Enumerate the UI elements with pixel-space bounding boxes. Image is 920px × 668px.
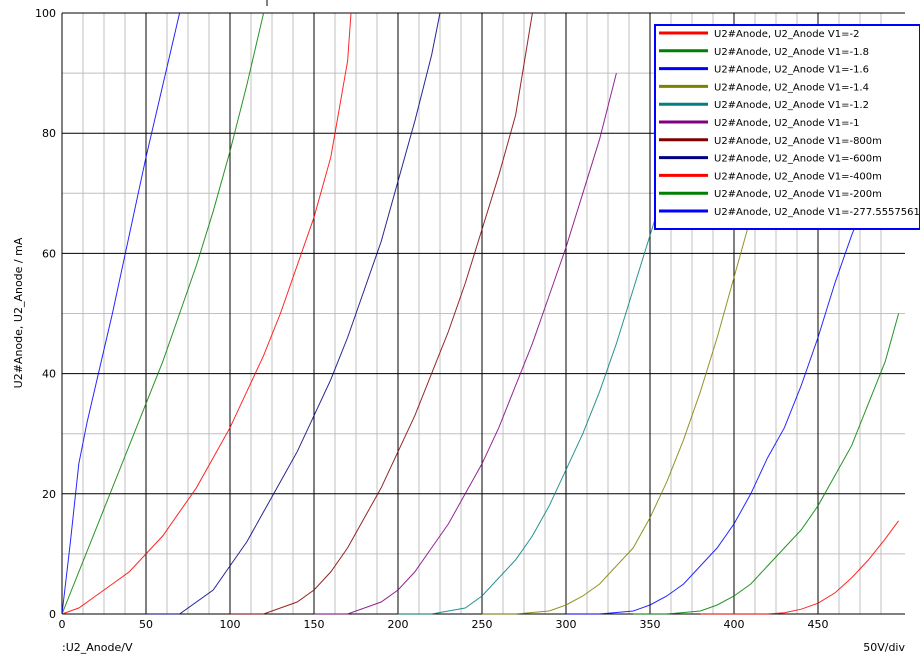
y-tick-label: 60 bbox=[42, 247, 56, 260]
x-axis-title: :U2_Anode/V bbox=[62, 641, 133, 654]
x-tick-label: 250 bbox=[472, 618, 493, 631]
x-tick-label: 100 bbox=[220, 618, 241, 631]
y-tick-label: 80 bbox=[42, 127, 56, 140]
x-tick-label: 0 bbox=[59, 618, 66, 631]
legend-entry-label: U2#Anode, U2_Anode V1=-1.8 bbox=[714, 47, 869, 58]
x-tick-label: 400 bbox=[724, 618, 745, 631]
x-tick-label: 350 bbox=[640, 618, 661, 631]
x-tick-label: 50 bbox=[139, 618, 153, 631]
legend-entry-label: U2#Anode, U2_Anode V1=-1 bbox=[714, 118, 859, 129]
y-tick-label: 40 bbox=[42, 368, 56, 381]
legend-entry-label: U2#Anode, U2_Anode V1=-277.55575615 bbox=[714, 207, 920, 218]
chart-canvas: 0 50 100 150 200 250 300 350 400 450 0 20 40 60 80 100… bbox=[0, 0, 920, 668]
x-tick-label: 150 bbox=[304, 618, 325, 631]
scale-label: 50V/div bbox=[863, 641, 905, 654]
legend-entry-label: U2#Anode, U2_Anode V1=-600m bbox=[714, 154, 882, 165]
legend-entry-label: U2#Anode, U2_Anode V1=-1.2 bbox=[714, 100, 869, 111]
legend: U2#Anode, U2_Anode V1=-2 U2#Anode, U2_Ano… bbox=[654, 24, 920, 230]
y-tick-label: 0 bbox=[49, 608, 56, 621]
legend-entry-label: U2#Anode, U2_Anode V1=-400m bbox=[714, 171, 882, 182]
legend-entry-label: U2#Anode, U2_Anode V1=-200m bbox=[714, 189, 882, 200]
y-tick-label: 20 bbox=[42, 488, 56, 501]
legend-entry-label: U2#Anode, U2_Anode V1=-1.6 bbox=[714, 65, 869, 76]
x-tick-label: 200 bbox=[388, 618, 409, 631]
y-tick-label: 100 bbox=[35, 7, 56, 20]
y-axis-title: U2#Anode, U2_Anode / mA bbox=[12, 237, 25, 388]
x-tick-label: 300 bbox=[556, 618, 577, 631]
x-tick-label: 450 bbox=[808, 618, 829, 631]
legend-entry-label: U2#Anode, U2_Anode V1=-2 bbox=[714, 29, 859, 40]
legend-entry-label: U2#Anode, U2_Anode V1=-800m bbox=[714, 136, 882, 147]
legend-entry-label: U2#Anode, U2_Anode V1=-1.4 bbox=[714, 82, 869, 93]
